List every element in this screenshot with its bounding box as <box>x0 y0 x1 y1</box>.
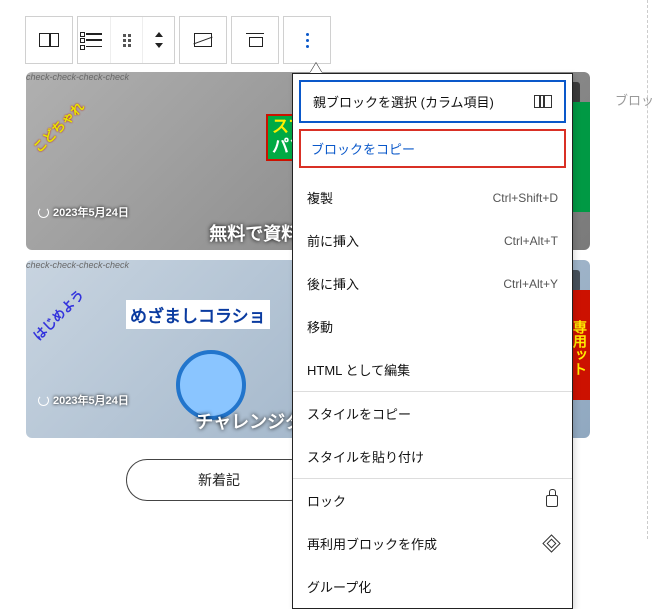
shortcut-label: Ctrl+Alt+Y <box>503 277 558 291</box>
block-options-menu: 親ブロックを選択 (カラム項目) ブロックをコピー 複製 Ctrl+Shift+… <box>292 73 573 609</box>
ribbon-label: はじめよう <box>28 260 133 344</box>
select-parent-block[interactable]: 親ブロックを選択 (カラム項目) <box>299 80 566 123</box>
menu-label: グループ化 <box>307 577 371 596</box>
lock-block[interactable]: ロック <box>293 479 572 522</box>
paste-style[interactable]: スタイルを貼り付け <box>293 435 572 478</box>
make-reusable-block[interactable]: 再利用ブロックを作成 <box>293 522 572 565</box>
duplicate-block[interactable]: 複製 Ctrl+Shift+D <box>293 176 572 219</box>
menu-label: ブロックをコピー <box>311 139 415 158</box>
lock-icon <box>546 495 558 507</box>
group-block[interactable]: グループ化 <box>293 565 572 608</box>
post-date: 2023年5月24日 <box>38 392 129 408</box>
edit-as-html[interactable]: HTML として編集 <box>293 348 572 391</box>
post-date: 2023年5月24日 <box>38 204 129 220</box>
align-icon[interactable] <box>232 17 278 63</box>
move-updown-icon[interactable] <box>142 17 174 63</box>
columns-icon <box>534 95 552 108</box>
move-block[interactable]: 移動 <box>293 305 572 348</box>
menu-label: ロック <box>307 491 346 510</box>
refresh-icon <box>38 395 49 406</box>
menu-label: HTML として編集 <box>307 360 410 379</box>
list-view-icon[interactable] <box>78 17 110 63</box>
menu-label: スタイルを貼り付け <box>307 447 424 466</box>
refresh-icon <box>38 207 49 218</box>
ribbon-label: こどちゃれ <box>28 72 133 156</box>
menu-label: スタイルをコピー <box>307 404 411 423</box>
drag-handle-icon[interactable] <box>110 17 142 63</box>
sidebar-hint: ブロッ <box>615 90 654 109</box>
shortcut-label: Ctrl+Shift+D <box>493 191 558 205</box>
menu-label: 親ブロックを選択 (カラム項目) <box>313 92 494 111</box>
menu-label: 前に挿入 <box>307 231 359 250</box>
new-posts-button[interactable]: 新着記 <box>126 459 312 501</box>
insert-after[interactable]: 後に挿入 Ctrl+Alt+Y <box>293 262 572 305</box>
copy-block[interactable]: ブロックをコピー <box>299 129 566 168</box>
featured-image-toggle-icon[interactable] <box>180 17 226 63</box>
menu-pointer <box>310 63 322 73</box>
block-toolbar <box>25 16 331 64</box>
menu-label: 移動 <box>307 317 333 336</box>
reusable-icon <box>542 534 560 552</box>
insert-before[interactable]: 前に挿入 Ctrl+Alt+T <box>293 219 572 262</box>
menu-label: 複製 <box>307 188 333 207</box>
more-options-button[interactable] <box>284 17 330 63</box>
menu-label: 再利用ブロックを作成 <box>307 534 437 553</box>
shortcut-label: Ctrl+Alt+T <box>504 234 558 248</box>
columns-block-icon[interactable] <box>26 17 72 63</box>
copy-style[interactable]: スタイルをコピー <box>293 392 572 435</box>
menu-label: 後に挿入 <box>307 274 359 293</box>
corasho-label: めざましコラショ <box>126 300 270 329</box>
